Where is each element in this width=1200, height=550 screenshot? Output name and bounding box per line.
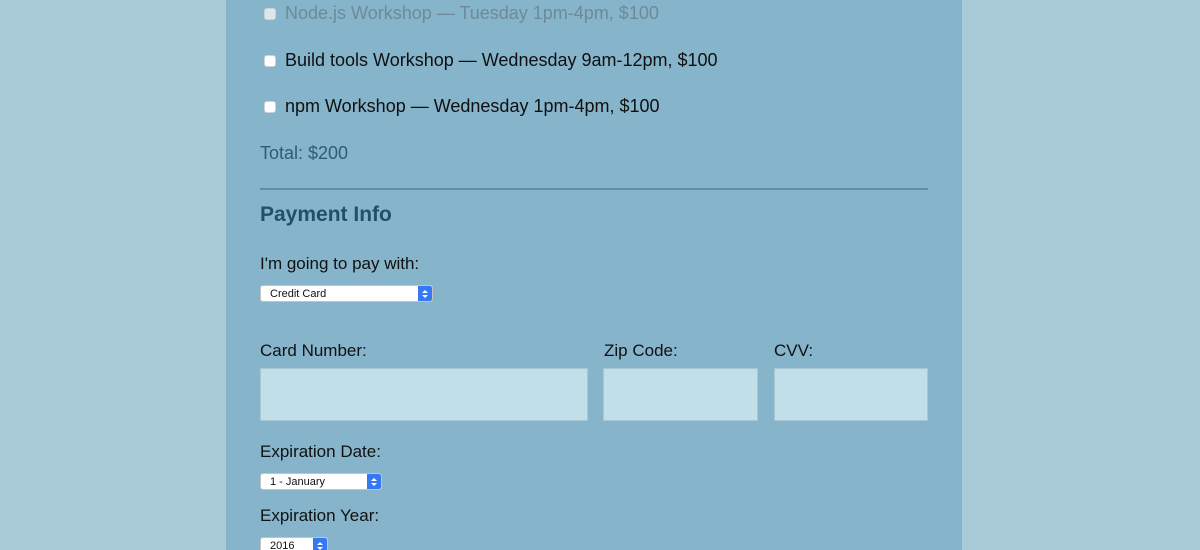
select-arrows-icon — [367, 474, 381, 489]
checkbox-node-workshop — [264, 7, 276, 20]
activity-label: Node.js Workshop — Tuesday 1pm-4pm, $100 — [285, 3, 659, 23]
activity-label: npm Workshop — Wednesday 1pm-4pm, $100 — [285, 96, 660, 116]
activity-label: Build tools Workshop — Wednesday 9am-12p… — [285, 50, 718, 70]
expiration-year-select[interactable]: 2016 — [260, 537, 328, 550]
page: Node.js Workshop — Tuesday 1pm-4pm, $100… — [0, 0, 1200, 550]
section-divider — [260, 188, 928, 190]
activity-node-workshop: Node.js Workshop — Tuesday 1pm-4pm, $100 — [264, 3, 659, 24]
activity-npm-workshop[interactable]: npm Workshop — Wednesday 1pm-4pm, $100 — [264, 96, 660, 117]
card-number-label: Card Number: — [260, 341, 367, 360]
cvv-input[interactable] — [774, 368, 928, 421]
expiration-year-value: 2016 — [270, 539, 295, 550]
expiration-month-select[interactable]: 1 - January — [260, 473, 382, 490]
zip-code-label: Zip Code: — [604, 341, 678, 360]
select-arrows-icon — [418, 286, 432, 301]
payment-method-value: Credit Card — [270, 287, 327, 300]
total-cost: Total: $200 — [260, 143, 349, 163]
zip-code-input[interactable] — [603, 368, 758, 421]
card-number-input[interactable] — [260, 368, 588, 421]
expiration-year-label: Expiration Year: — [260, 506, 380, 525]
cvv-label: CVV: — [774, 341, 814, 360]
payment-info-title: Payment Info — [260, 203, 392, 226]
form-panel — [226, 0, 962, 550]
expiration-month-value: 1 - January — [270, 475, 326, 488]
activity-build-tools-workshop[interactable]: Build tools Workshop — Wednesday 9am-12p… — [264, 50, 718, 71]
checkbox-npm-workshop[interactable] — [264, 100, 276, 113]
select-arrows-icon — [313, 538, 327, 550]
checkbox-build-tools-workshop[interactable] — [264, 54, 276, 67]
pay-with-label: I'm going to pay with: — [260, 254, 420, 273]
payment-method-select[interactable]: Credit Card — [260, 285, 433, 302]
expiration-date-label: Expiration Date: — [260, 442, 381, 461]
